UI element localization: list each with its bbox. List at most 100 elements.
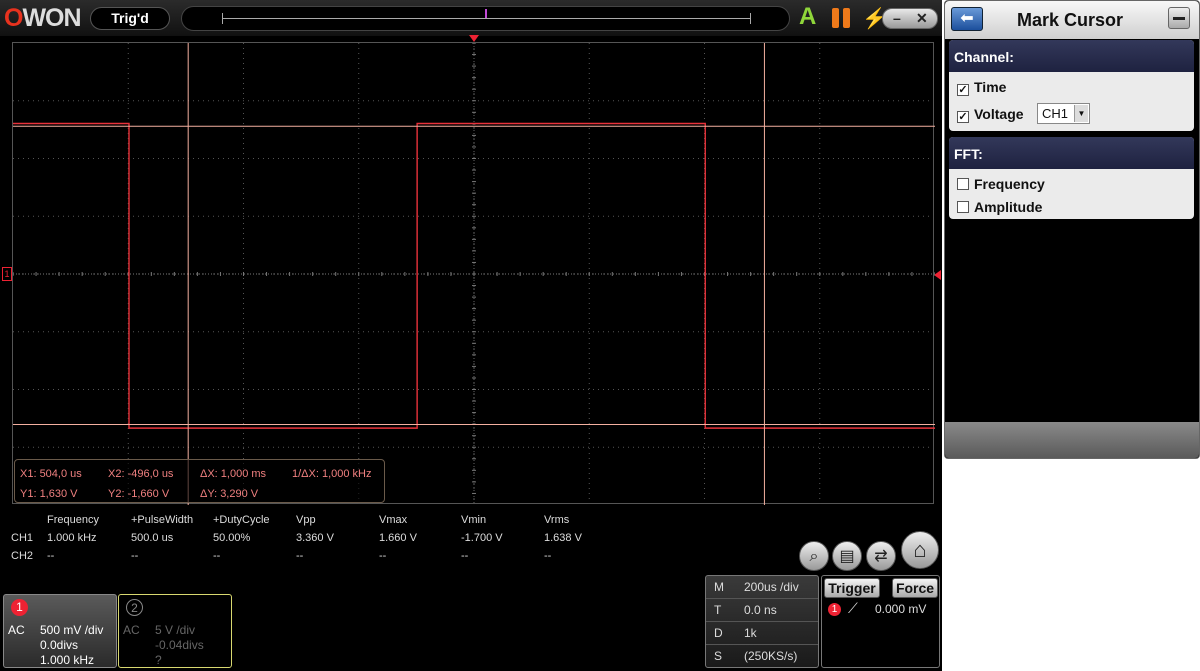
ch2-offset: -0.04divs (155, 638, 204, 652)
timeline-position-marker[interactable] (485, 9, 487, 18)
voltage-checkbox[interactable]: ✓ (957, 111, 969, 123)
close-button[interactable]: ✕ (916, 10, 928, 27)
measurement-value: 1.660 V (379, 532, 417, 544)
cursor-y2: Y2: -1,660 V (108, 488, 170, 500)
time-checkbox[interactable]: ✓ (957, 84, 969, 96)
zoom-icon[interactable]: ⌕ (799, 541, 829, 571)
timebase-key: M (714, 580, 724, 594)
measurement-header: Frequency (47, 514, 99, 526)
timebase-value: 1k (744, 626, 757, 640)
channel-group-header: Channel: (949, 40, 1194, 72)
trigger-button[interactable]: Trigger (824, 578, 880, 598)
measurement-table: Frequency +PulseWidth +DutyCycle Vpp Vmax Vmi… (0, 512, 700, 572)
window-controls: – ✕ (882, 8, 938, 29)
rising-edge-icon: ⟋ (848, 600, 858, 616)
amplitude-option[interactable]: Amplitude (957, 199, 1042, 215)
timebase-row: M 200us /div (706, 576, 818, 599)
timebase-row: D 1k (706, 622, 818, 645)
ch2-frequency: ? (155, 653, 162, 667)
measurement-value: 3.360 V (296, 532, 334, 544)
voltage-option[interactable]: ✓ Voltage CH1 ▼ (957, 103, 1090, 124)
trigger-level-arrow-icon (934, 270, 941, 280)
dropdown-arrow-icon: ▼ (1074, 105, 1088, 122)
memory-timeline[interactable] (181, 6, 790, 31)
channel-group: Channel: ✓ Time ✓ Voltage CH1 ▼ (949, 40, 1194, 131)
ch2-coupling: AC (123, 623, 140, 637)
collapse-button[interactable] (1168, 7, 1190, 29)
back-button[interactable]: ⬅ (951, 7, 983, 31)
amplitude-label: Amplitude (974, 199, 1043, 215)
voltage-channel-value: CH1 (1042, 106, 1069, 121)
timebase-key: T (714, 603, 722, 617)
side-panel-footer (945, 422, 1199, 458)
minimize-button[interactable]: – (893, 10, 901, 26)
swap-icon[interactable]: ⇄ (866, 541, 896, 571)
measurement-header: Vmax (379, 514, 408, 526)
cursor-x1: X1: 504,0 us (20, 468, 82, 480)
back-arrow-icon: ⬅ (960, 10, 974, 27)
home-icon[interactable]: ⌂ (901, 531, 939, 569)
force-button[interactable]: Force (892, 578, 938, 598)
ch1-coupling: AC (8, 623, 25, 637)
ch1-badge: 1 (11, 599, 28, 616)
cursor-dx: ΔX: 1,000 ms (200, 468, 267, 480)
voltage-channel-select[interactable]: CH1 ▼ (1037, 103, 1090, 124)
ch1-settings-panel[interactable]: 1 AC 500 mV /div 0.0divs 1.000 kHz (3, 594, 117, 668)
measurement-value: -1.700 V (461, 532, 503, 544)
fft-group: FFT: Frequency Amplitude (949, 137, 1194, 219)
autoset-button[interactable]: A (799, 5, 816, 29)
timebase-row: S (250KS/s) (706, 645, 818, 668)
timebase-row: T 0.0 ns (706, 599, 818, 622)
measurement-header: +PulseWidth (131, 514, 194, 526)
waveform-svg (13, 43, 935, 505)
owon-logo: OWON (4, 4, 82, 33)
cursor-readout: X1: 504,0 us X2: -496,0 us ΔX: 1,000 ms … (14, 459, 385, 503)
ch1-position-marker[interactable]: 1 (2, 267, 12, 281)
timebase-value: 0.0 ns (744, 603, 777, 617)
frequency-label: Frequency (974, 176, 1045, 192)
frequency-option[interactable]: Frequency (957, 176, 1045, 192)
voltage-label: Voltage (974, 106, 1024, 122)
trigger-channel-badge: 1 (828, 603, 841, 616)
pause-icon-bar-left (832, 8, 839, 28)
measurement-header: Vpp (296, 514, 316, 526)
pause-icon-bar-right (843, 8, 850, 28)
cursor-dy: ΔY: 3,290 V (200, 488, 259, 500)
app: OWON Trig'd A ⚡ – ✕ 1 X1: 504,0 us X2: -… (0, 0, 1200, 671)
time-option[interactable]: ✓ Time (957, 79, 1006, 96)
mark-cursor-panel: ⬅ Mark Cursor Channel: ✓ Time ✓ Voltage CH… (944, 0, 1200, 459)
measurement-value: 1.638 V (544, 532, 582, 544)
measurement-value: 50.00% (213, 532, 251, 544)
timeline-end-cap (750, 13, 751, 24)
frequency-checkbox[interactable] (957, 178, 969, 190)
timebase-value: (250KS/s) (744, 649, 798, 663)
top-bar: OWON Trig'd A ⚡ – ✕ (0, 0, 942, 36)
trigger-level: 0.000 mV (875, 602, 927, 616)
timebase-panel[interactable]: M 200us /div T 0.0 ns D 1k S (250KS/s) (705, 575, 819, 668)
timebase-value: 200us /div (744, 580, 799, 594)
amplitude-checkbox[interactable] (957, 201, 969, 213)
measurement-value: 1.000 kHz (47, 532, 97, 544)
ch2-scale: 5 V /div (155, 623, 196, 637)
run-stop-button[interactable] (831, 8, 853, 28)
timebase-key: D (714, 626, 723, 640)
measurement-channel: CH2 (11, 550, 34, 562)
ch1-frequency: 1.000 kHz (40, 653, 95, 667)
ch2-settings-panel[interactable]: 2 AC 5 V /div -0.04divs ? (118, 594, 232, 668)
trigger-panel: Trigger Force 1 ⟋ 0.000 mV (821, 575, 940, 668)
save-icon[interactable]: ▤ (832, 541, 862, 571)
measurement-value: -- (131, 550, 139, 562)
waveform-display[interactable] (12, 42, 935, 505)
ch1-scale: 500 mV /div (40, 623, 104, 637)
ch1-offset: 0.0divs (40, 638, 79, 652)
logo-o: O (4, 4, 23, 32)
measurement-value: 500.0 us (131, 532, 174, 544)
timeline-line (222, 18, 750, 19)
measurement-header: Vmin (461, 514, 487, 526)
measurement-value: -- (47, 550, 55, 562)
trigger-position-arrow-icon (469, 35, 479, 42)
side-panel-title: Mark Cursor (1017, 10, 1124, 30)
scope-panel: OWON Trig'd A ⚡ – ✕ 1 X1: 504,0 us X2: -… (0, 0, 942, 671)
measurement-channel: CH1 (11, 532, 34, 544)
logo-text: WON (22, 4, 81, 32)
